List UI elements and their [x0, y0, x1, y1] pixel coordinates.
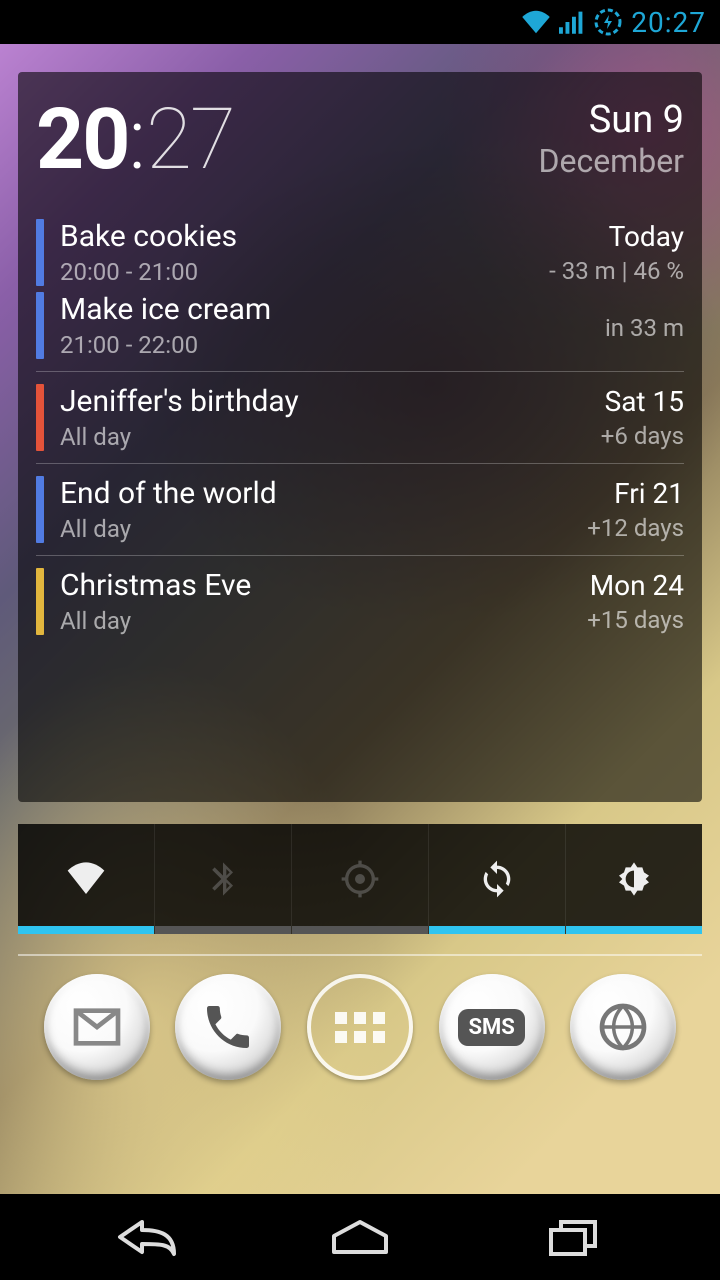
dock-divider [18, 954, 702, 956]
power-control-widget [18, 824, 702, 934]
event-relative: +15 days [587, 606, 684, 634]
signal-icon [559, 10, 585, 34]
event-relative: +12 days [587, 514, 684, 542]
date-month: December [538, 142, 684, 180]
event-when: Sat 15 [601, 385, 684, 418]
event-color-bar [36, 384, 44, 451]
event-color-bar [36, 476, 44, 543]
back-button[interactable] [83, 1212, 213, 1262]
event-time: All day [60, 423, 585, 451]
event-title: Bake cookies [60, 219, 533, 254]
brightness-icon [614, 833, 654, 925]
navigation-bar [0, 1194, 720, 1280]
events-list: Bake cookies 20:00 - 21:00 Today - 33 m | 4… [36, 207, 684, 647]
calendar-event[interactable]: Bake cookies 20:00 - 21:00 Today - 33 m | 4… [36, 207, 684, 298]
wifi-icon [521, 10, 551, 34]
calendar-event[interactable]: Jeniffer's birthday All day Sat 15 +6 days [36, 371, 684, 463]
toggle-gps[interactable] [292, 824, 429, 934]
calendar-event[interactable]: Christmas Eve All day Mon 24 +15 days [36, 555, 684, 647]
event-color-bar [36, 219, 44, 286]
date-day: Sun 9 [538, 98, 684, 142]
calendar-event[interactable]: End of the world All day Fri 21 +12 days [36, 463, 684, 555]
event-relative: +6 days [601, 422, 684, 450]
event-color-bar [36, 292, 44, 359]
event-when: Today [549, 220, 684, 253]
clock-hour: 20 [36, 90, 128, 189]
sms-label: SMS [458, 1009, 524, 1046]
status-bar: 20:27 [0, 0, 720, 44]
event-when: Fri 21 [587, 477, 684, 510]
event-title: Make ice cream [60, 292, 589, 327]
calendar-event[interactable]: Make ice cream 21:00 - 22:00 in 33 m [36, 292, 684, 371]
toggle-brightness[interactable] [566, 824, 702, 934]
calendar-clock-widget[interactable]: 20:27 Sun 9 December Bake cookies 20:00 -… [18, 72, 702, 802]
app-drawer-button[interactable] [307, 974, 413, 1080]
homescreen[interactable]: 20:27 Sun 9 December Bake cookies 20:00 -… [0, 44, 720, 1194]
event-relative: in 33 m [605, 314, 684, 342]
toggle-sync[interactable] [429, 824, 566, 934]
browser-app[interactable] [570, 974, 676, 1080]
event-title: Christmas Eve [60, 568, 571, 603]
event-when: Mon 24 [587, 569, 684, 602]
gps-icon [340, 833, 380, 925]
gmail-app[interactable] [44, 974, 150, 1080]
phone-app[interactable] [175, 974, 281, 1080]
wifi-icon [66, 833, 106, 925]
status-time: 20:27 [631, 6, 706, 39]
event-time: All day [60, 607, 571, 635]
clock[interactable]: 20:27 [36, 90, 234, 189]
widget-header: 20:27 Sun 9 December [36, 86, 684, 207]
event-time: 21:00 - 22:00 [60, 331, 589, 359]
toggle-wifi[interactable] [18, 824, 155, 934]
event-title: End of the world [60, 476, 571, 511]
bluetooth-icon [203, 833, 243, 925]
recent-apps-button[interactable] [508, 1212, 638, 1262]
date-block[interactable]: Sun 9 December [538, 90, 684, 180]
event-time: 20:00 - 21:00 [60, 258, 533, 286]
sms-app[interactable]: SMS [439, 974, 545, 1080]
dock: SMS [18, 974, 702, 1080]
battery-charging-icon [593, 7, 623, 37]
event-relative: - 33 m | 46 % [549, 257, 684, 285]
clock-minute: 27 [146, 90, 234, 189]
home-button[interactable] [295, 1212, 425, 1262]
event-title: Jeniffer's birthday [60, 384, 585, 419]
apps-grid-icon [335, 1012, 385, 1043]
sync-icon [477, 833, 517, 925]
event-time: All day [60, 515, 571, 543]
event-color-bar [36, 568, 44, 635]
toggle-bluetooth[interactable] [155, 824, 292, 934]
